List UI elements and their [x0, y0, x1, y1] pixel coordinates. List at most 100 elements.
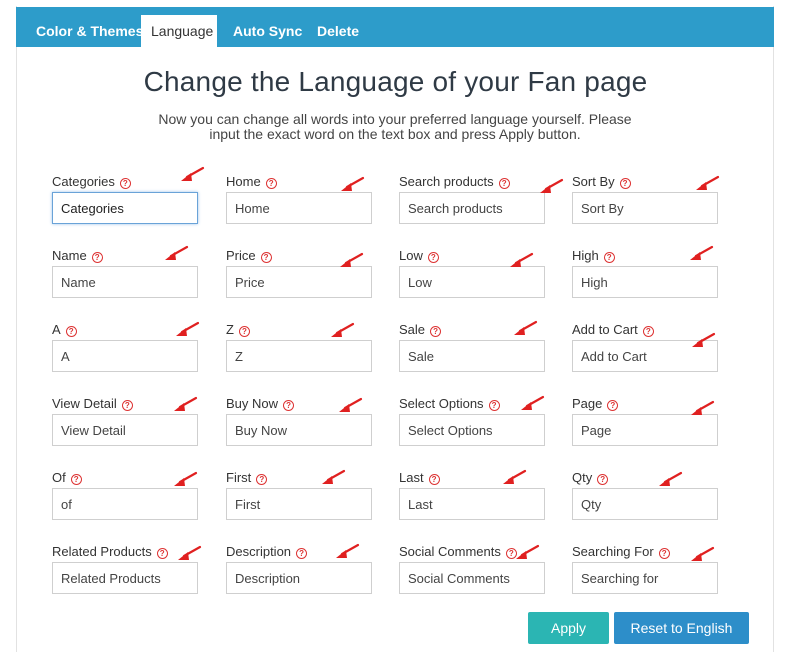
field-label: Buy Now? [226, 396, 295, 412]
help-icon[interactable]: ? [427, 252, 439, 263]
field-input-sale[interactable] [399, 340, 545, 372]
field-label: View Detail? [52, 396, 133, 412]
field-label-text: Home [226, 174, 261, 189]
field-label-text: Name [52, 248, 87, 263]
annotation-arrow-icon [690, 245, 714, 260]
help-icon[interactable]: ? [65, 326, 77, 337]
field-input-select-options[interactable] [399, 414, 545, 446]
help-icon[interactable]: ? [156, 548, 168, 559]
field-label-text: Searching For [572, 544, 654, 559]
help-icon[interactable]: ? [658, 548, 670, 559]
field-input-categories[interactable] [52, 192, 198, 224]
annotation-arrow-icon [181, 166, 205, 181]
field-input-a[interactable] [52, 340, 198, 372]
apply-button[interactable]: Apply [528, 612, 609, 644]
help-icon[interactable]: ? [256, 474, 268, 485]
annotation-arrow-icon [341, 176, 365, 191]
help-icon[interactable]: ? [265, 178, 277, 189]
tab-language[interactable]: Language [141, 15, 217, 47]
field-label: Low? [399, 248, 439, 264]
field-label-text: Social Comments [399, 544, 501, 559]
field-input-social-comments[interactable] [399, 562, 545, 594]
annotation-arrow-icon [331, 322, 355, 337]
field-label-text: First [226, 470, 252, 485]
field-input-qty[interactable] [572, 488, 718, 520]
reset-to-english-button[interactable]: Reset to English [614, 612, 749, 644]
page-title: Change the Language of your Fan page [143, 66, 648, 97]
field-label: Name? [52, 248, 103, 264]
annotation-arrow-icon [176, 321, 200, 336]
help-icon[interactable]: ? [603, 252, 615, 263]
annotation-arrow-icon [178, 545, 202, 560]
help-icon[interactable]: ? [498, 178, 510, 189]
field-input-first[interactable] [226, 488, 372, 520]
field-label: Related Products? [52, 544, 168, 560]
field-input-page[interactable] [572, 414, 718, 446]
annotation-arrow-icon [516, 544, 540, 559]
field-label-text: Of [52, 470, 66, 485]
help-icon[interactable]: ? [91, 252, 103, 263]
field-input-of[interactable] [52, 488, 198, 520]
help-icon[interactable]: ? [70, 474, 82, 485]
field-input-z[interactable] [226, 340, 372, 372]
annotation-arrow-icon [659, 471, 683, 486]
field-input-last[interactable] [399, 488, 545, 520]
annotation-arrow-icon [510, 252, 534, 267]
field-label: Search products? [399, 174, 510, 190]
field-label: Sort By? [572, 174, 631, 190]
help-icon[interactable]: ? [238, 326, 250, 337]
field-label-text: Sale [399, 322, 426, 337]
field-label-text: Low [399, 248, 423, 263]
field-label: Z? [226, 322, 250, 338]
field-label: Social Comments? [399, 544, 517, 560]
annotation-arrow-icon [692, 332, 716, 347]
help-icon[interactable]: ? [260, 252, 272, 263]
help-icon[interactable]: ? [283, 400, 295, 411]
help-icon[interactable]: ? [121, 400, 133, 411]
tab-auto-sync[interactable]: Auto Sync [223, 15, 312, 47]
field-input-related-products[interactable] [52, 562, 198, 594]
field-add-to-cart: Add to Cart? [572, 322, 722, 382]
help-icon[interactable]: ? [607, 400, 619, 411]
field-label: Price? [226, 248, 272, 264]
field-label-text: Description [226, 544, 292, 559]
field-label-text: Buy Now [226, 396, 279, 411]
field-input-searching-for[interactable] [572, 562, 718, 594]
field-input-name[interactable] [52, 266, 198, 298]
field-input-view-detail[interactable] [52, 414, 198, 446]
field-input-sort-by[interactable] [572, 192, 718, 224]
help-icon[interactable]: ? [430, 326, 442, 337]
field-label: Qty? [572, 470, 609, 486]
tab-delete[interactable]: Delete [307, 15, 369, 47]
field-label: High? [572, 248, 615, 264]
field-label-text: Select Options [399, 396, 484, 411]
help-icon[interactable]: ? [597, 474, 609, 485]
annotation-arrow-icon [336, 543, 360, 558]
field-label-text: View Detail [52, 396, 117, 411]
field-input-high[interactable] [572, 266, 718, 298]
help-icon[interactable]: ? [488, 400, 500, 411]
tab-color-themes[interactable]: Color & Themes [26, 15, 153, 47]
field-label-text: Categories [52, 174, 115, 189]
help-icon[interactable]: ? [296, 548, 308, 559]
help-icon[interactable]: ? [428, 474, 440, 485]
field-input-home[interactable] [226, 192, 372, 224]
field-search-products: Search products? [399, 174, 549, 234]
field-input-low[interactable] [399, 266, 545, 298]
help-icon[interactable]: ? [642, 326, 654, 337]
field-label-text: Last [399, 470, 424, 485]
field-input-search-products[interactable] [399, 192, 545, 224]
field-input-price[interactable] [226, 266, 372, 298]
field-label: Last? [399, 470, 440, 486]
field-label: Home? [226, 174, 277, 190]
field-label: Select Options? [399, 396, 500, 412]
field-first: First? [226, 470, 376, 530]
field-input-buy-now[interactable] [226, 414, 372, 446]
field-label: A? [52, 322, 77, 338]
field-label: Page? [572, 396, 619, 412]
help-icon[interactable]: ? [619, 178, 631, 189]
field-input-description[interactable] [226, 562, 372, 594]
settings-tab-bar: Color & Themes Language Auto Sync Delete [16, 7, 774, 47]
field-label-text: Add to Cart [572, 322, 638, 337]
help-icon[interactable]: ? [119, 178, 131, 189]
